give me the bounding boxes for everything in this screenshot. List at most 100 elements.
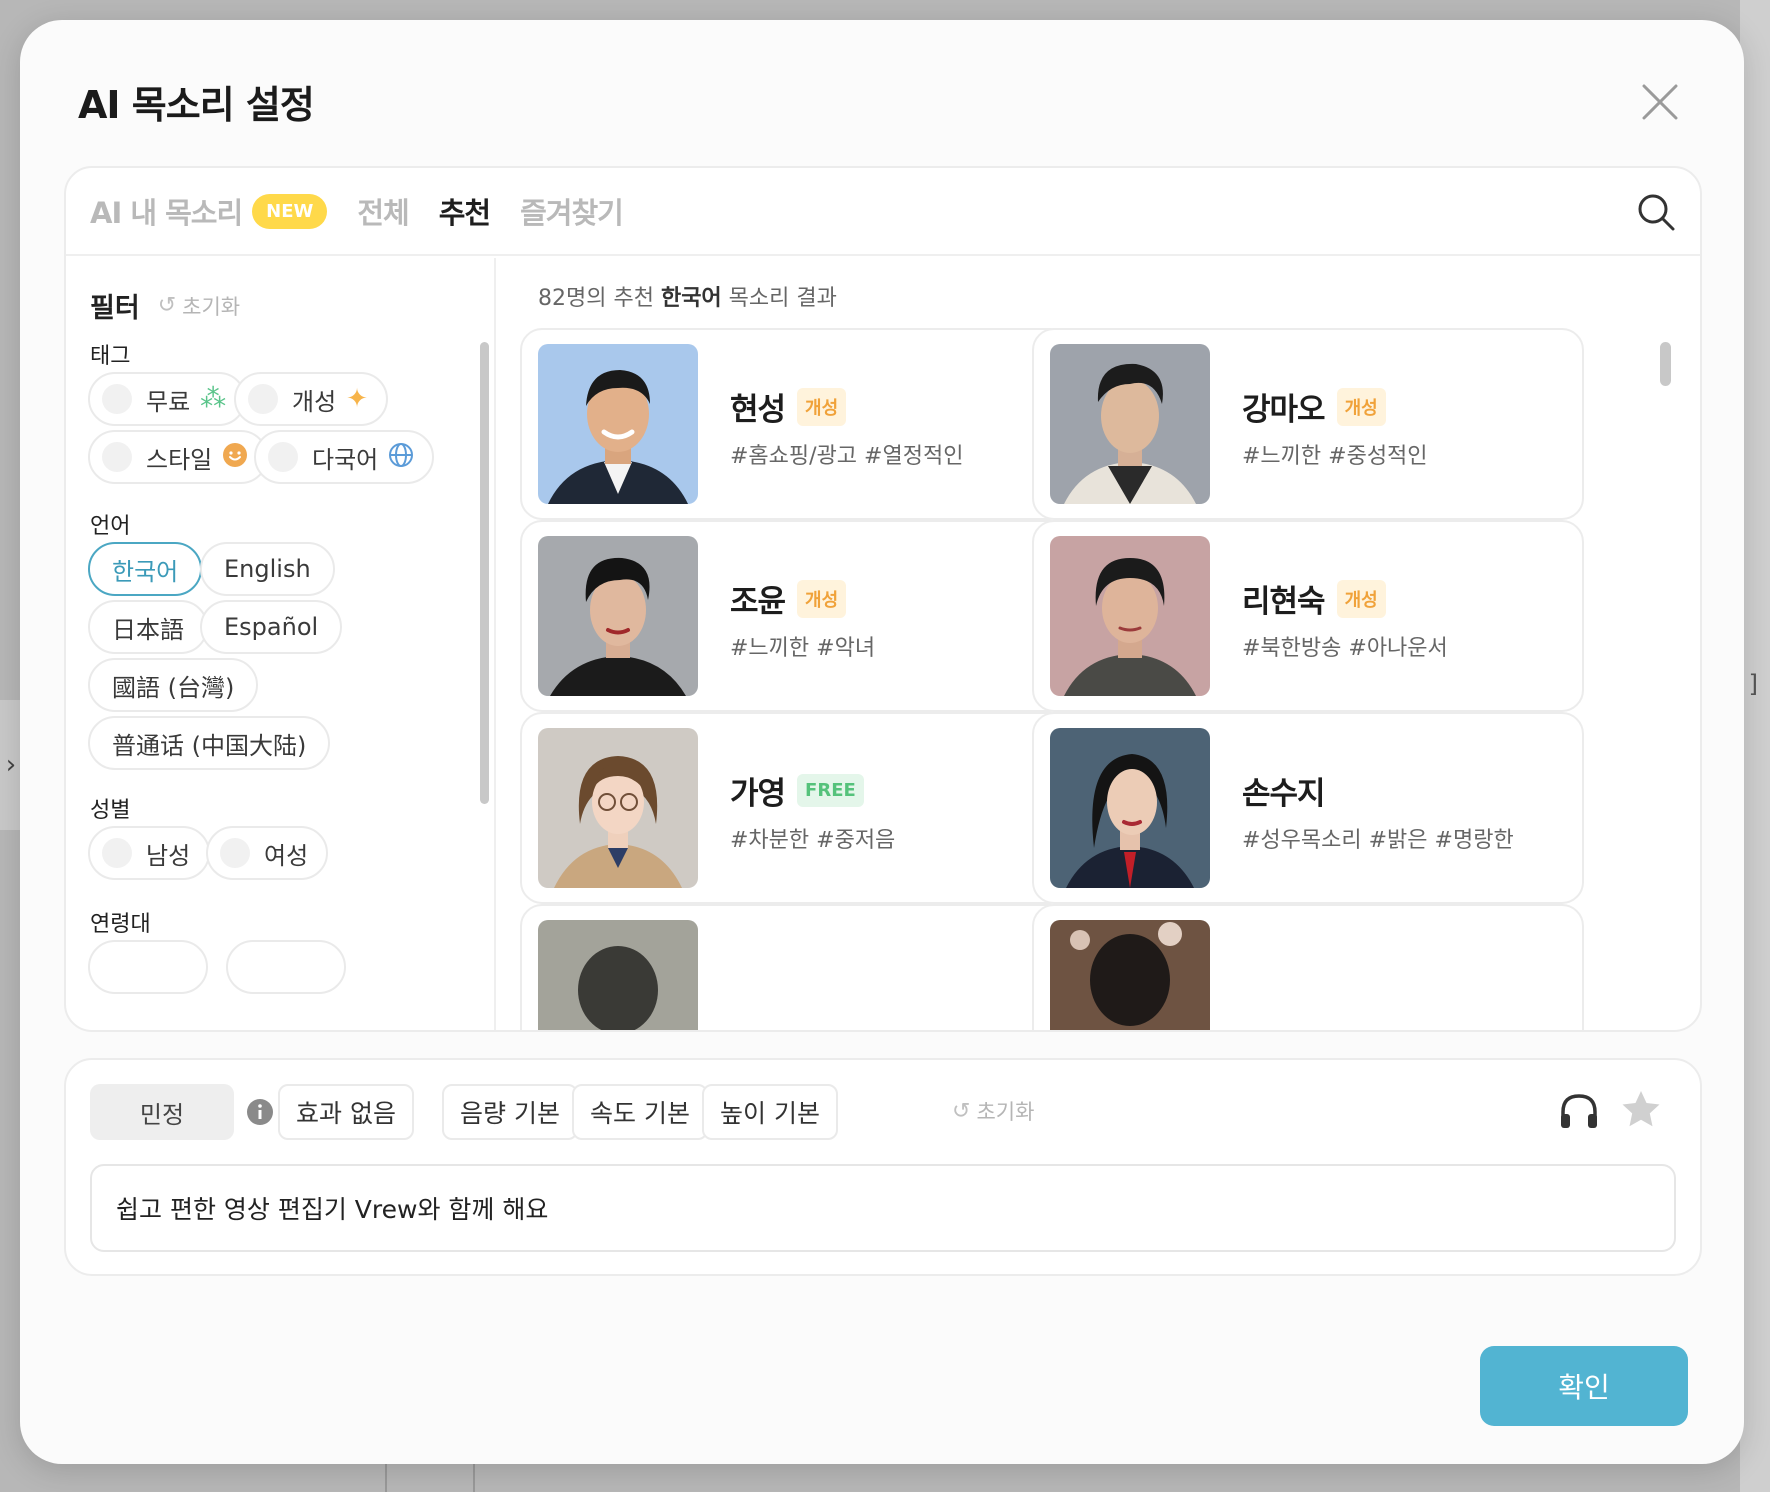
star-icon — [1622, 1091, 1660, 1127]
gender-chip-male[interactable]: 남성 — [88, 826, 211, 880]
close-button[interactable] — [1636, 78, 1684, 126]
language-chip-mandarin[interactable]: 普通话 (中国大陆) — [88, 716, 331, 770]
preview-text-input[interactable] — [90, 1164, 1676, 1252]
background-right-strip — [1740, 0, 1770, 1492]
voice-card-gayoung[interactable]: 가영 FREE #차분한 #중저음 — [520, 712, 1072, 904]
voice-card-sonsuji[interactable]: 손수지 #성우목소리 #밝은 #명랑한 — [1032, 712, 1584, 904]
age-section-label: 연령대 — [90, 912, 151, 937]
tab-my-voice[interactable]: AI 내 목소리 NEW — [90, 190, 328, 232]
voice-tags: #북한방송 #아나운서 — [1242, 636, 1448, 661]
results-scrollbar[interactable] — [1660, 342, 1671, 386]
voice-card-hyunsung[interactable]: 현성 개성 #홈쇼핑/광고 #열정적인 — [520, 328, 1072, 520]
close-icon — [1642, 84, 1678, 120]
controls-reset-button[interactable]: ↺ 초기화 — [952, 1096, 1034, 1126]
gender-chip-female[interactable]: 여성 — [206, 826, 329, 880]
confirm-button[interactable]: 확인 — [1480, 1346, 1688, 1426]
tab-recommended[interactable]: 추천 — [438, 190, 491, 232]
voice-avatar — [1050, 536, 1210, 696]
voice-card-kangmao[interactable]: 강마오 개성 #느끼한 #중성적인 — [1032, 328, 1584, 520]
voice-tags: #느끼한 #악녀 — [730, 636, 876, 661]
reset-icon: ↺ — [952, 1098, 971, 1124]
age-chip-2[interactable] — [226, 940, 346, 994]
count-language: 한국어 — [660, 286, 722, 311]
language-chip-taiwanese[interactable]: 國語 (台灣) — [88, 658, 259, 712]
search-button[interactable] — [1634, 190, 1678, 234]
info-icon[interactable] — [246, 1098, 274, 1126]
voice-tags: #느끼한 #중성적인 — [1242, 444, 1428, 469]
globe-icon — [388, 442, 414, 473]
sidebar-scrollbar[interactable] — [480, 342, 489, 804]
search-icon — [1638, 194, 1675, 231]
language-chip-korean[interactable]: 한국어 — [88, 542, 203, 596]
tag-chip-personality[interactable]: 개성 ✦ — [234, 372, 388, 426]
language-chip-english[interactable]: English — [200, 542, 335, 596]
age-chip-1[interactable] — [88, 940, 208, 994]
language-chip-spanish[interactable]: Español — [200, 600, 343, 654]
tab-label: 추천 — [438, 196, 491, 230]
star-sparkle-icon: ✦ — [346, 384, 368, 414]
voice-name-text: 손수지 — [1242, 776, 1326, 812]
voice-name: 현성 개성 — [730, 384, 847, 429]
voice-avatar — [538, 728, 698, 888]
voice-name-text: 강마오 — [1242, 392, 1326, 428]
voice-card-partial-2[interactable] — [1032, 904, 1584, 1030]
new-badge: NEW — [252, 193, 328, 229]
tab-label: 전체 — [357, 196, 409, 230]
tab-favorites[interactable]: 즐겨찾기 — [520, 190, 624, 232]
language-section-label: 언어 — [90, 514, 131, 539]
voice-tags: #홈쇼핑/광고 #열정적인 — [730, 444, 964, 469]
chip-label: 무료 — [146, 387, 191, 416]
voice-name: 강마오 개성 — [1242, 384, 1386, 429]
voice-badge: 개성 — [797, 387, 847, 426]
results-area: 82명의 추천 한국어 목소리 결과 현성 개성 #홈쇼핑/광고 #열정적인 강… — [498, 258, 1700, 1030]
reset-icon: ↺ — [157, 293, 177, 318]
voice-name-text: 조윤 — [730, 584, 786, 620]
filter-reset-button[interactable]: ↺ 초기화 — [158, 291, 240, 321]
voice-badge: 개성 — [1336, 579, 1386, 618]
pitch-button[interactable]: 높이 기본 — [702, 1084, 838, 1140]
selected-voice-name[interactable]: 민정 — [90, 1084, 234, 1140]
chip-label: 다국어 — [312, 445, 379, 474]
language-chip-japanese[interactable]: 日本語 — [88, 600, 208, 654]
voice-name-text: 현성 — [730, 392, 786, 428]
chip-label: 개성 — [292, 387, 337, 416]
tag-section-label: 태그 — [90, 344, 131, 369]
modal-title: AI 목소리 설정 — [78, 83, 315, 127]
background-bottom-frame — [385, 1460, 475, 1492]
voice-tags: #성우목소리 #밝은 #명랑한 — [1242, 828, 1514, 853]
tag-chip-free[interactable]: 무료 ⁂ — [88, 372, 247, 426]
tag-chip-style[interactable]: 스타일 — [88, 430, 269, 484]
voice-card-partial-1[interactable] — [520, 904, 1072, 1030]
tab-label: AI 내 목소리 — [90, 196, 243, 230]
tab-label: 즐겨찾기 — [520, 196, 624, 230]
voice-avatar — [538, 920, 698, 1030]
radio-circle — [102, 384, 132, 414]
favorite-button[interactable] — [1618, 1086, 1664, 1132]
voice-control-panel: 민정 효과 없음 음량 기본 속도 기본 높이 기본 ↺ 초기화 — [64, 1058, 1702, 1276]
radio-circle — [268, 442, 298, 472]
voice-avatar — [538, 344, 698, 504]
tag-chip-multilingual[interactable]: 다국어 — [254, 430, 435, 484]
voice-card-rihyunsook[interactable]: 리현숙 개성 #북한방송 #아나운서 — [1032, 520, 1584, 712]
volume-button[interactable]: 음량 기본 — [442, 1084, 578, 1140]
count-prefix: 82명의 추천 — [538, 286, 661, 311]
radio-circle — [102, 442, 132, 472]
reset-label: 초기화 — [182, 294, 241, 319]
gender-section-label: 성별 — [90, 798, 131, 823]
background-bracket-icon: ] — [1748, 670, 1758, 698]
voice-settings-modal: AI 목소리 설정 AI 내 목소리 NEW 전체 추천 즐겨찾기 필터 ↺ 초… — [20, 20, 1744, 1464]
effect-button[interactable]: 효과 없음 — [278, 1084, 414, 1140]
headphone-icon — [1561, 1094, 1597, 1128]
voice-browser-panel: AI 내 목소리 NEW 전체 추천 즐겨찾기 필터 ↺ 초기화 태그 무료 ⁂… — [64, 166, 1702, 1032]
radio-circle — [248, 384, 278, 414]
voice-name: 손수지 — [1242, 768, 1326, 813]
voice-card-joyun[interactable]: 조윤 개성 #느끼한 #악녀 — [520, 520, 1072, 712]
voice-name: 가영 FREE — [730, 768, 864, 813]
smiley-icon — [222, 442, 248, 473]
filter-title: 필터 — [90, 293, 140, 324]
tab-all[interactable]: 전체 — [357, 190, 409, 232]
filter-header: 필터 ↺ 초기화 — [90, 286, 240, 325]
filter-sidebar: 필터 ↺ 초기화 태그 무료 ⁂ 개성 ✦ 스타일 다국어 언어 한국어 Eng… — [66, 258, 496, 1030]
preview-listen-button[interactable] — [1556, 1088, 1602, 1134]
speed-button[interactable]: 속도 기본 — [572, 1084, 708, 1140]
